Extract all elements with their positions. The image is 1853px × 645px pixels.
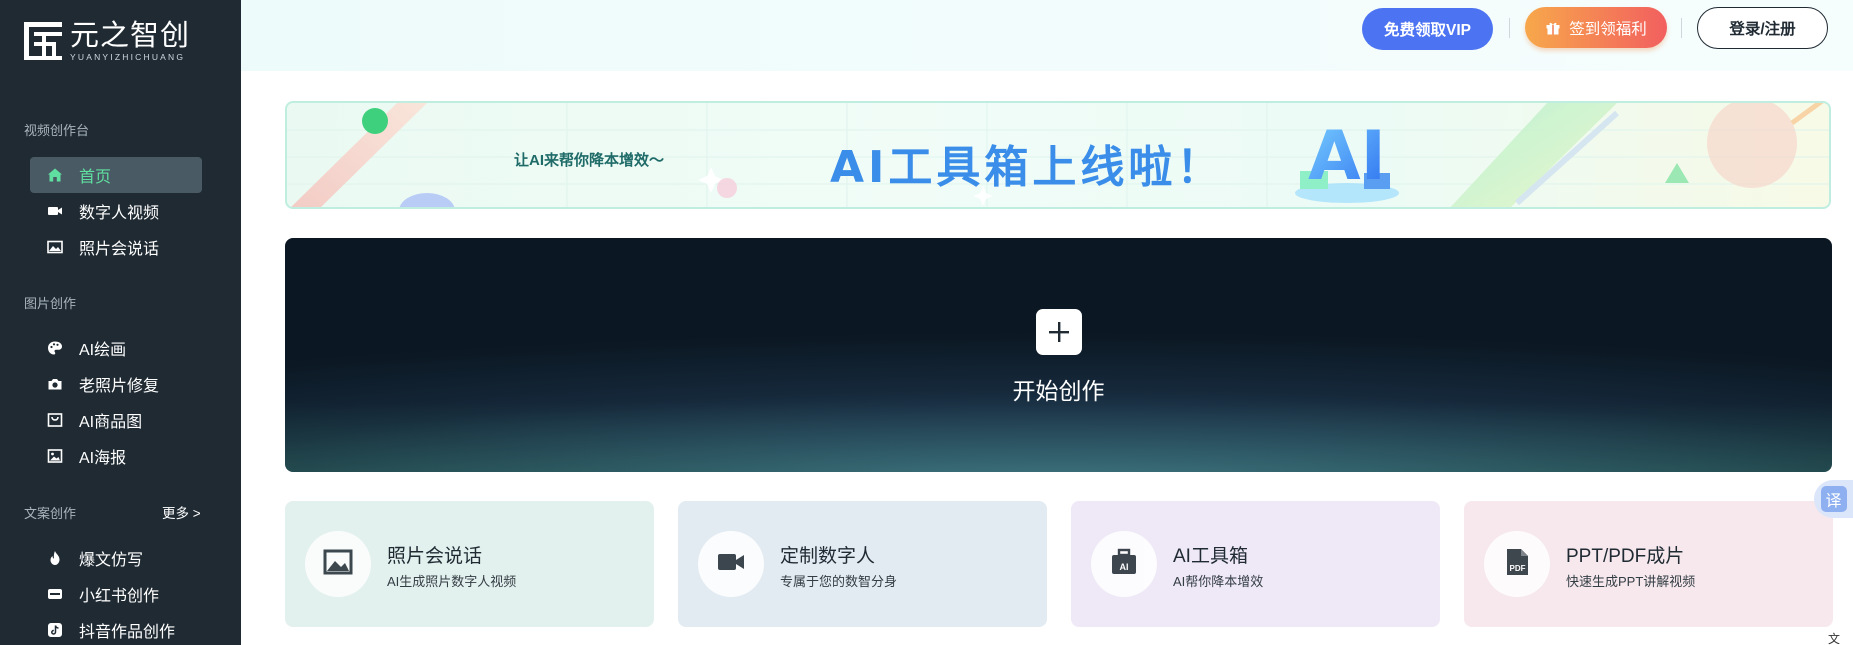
section-title-image: 图片创作 <box>24 296 77 311</box>
card-description: 快速生成PPT讲解视频 <box>1566 574 1696 589</box>
video-camera-icon <box>47 203 63 219</box>
banner-title: AI工具箱上线啦！ <box>830 142 1225 193</box>
sidebar-item-xiaohongshu[interactable]: 小红书创作 <box>30 576 202 612</box>
xiaohongshu-icon <box>47 586 63 602</box>
ai-3d-badge-icon: AI <box>1295 117 1399 203</box>
card-title: 照片会说话 <box>387 546 483 567</box>
shopping-bag-icon <box>47 412 63 428</box>
palette-icon <box>47 340 63 356</box>
svg-text:PDF: PDF <box>1510 564 1526 573</box>
language-switch-icon[interactable]: 文 <box>1828 630 1840 645</box>
card-ppt-pdf-video[interactable]: PDF PPT/PDF成片 快速生成PPT讲解视频 <box>1464 501 1833 627</box>
svg-text:AI: AI <box>1120 562 1129 572</box>
sidebar-item-label: 爆文仿写 <box>79 552 144 569</box>
translate-button[interactable]: 译 <box>1814 480 1853 518</box>
sidebar-item-label: 照片会说话 <box>79 241 160 258</box>
sidebar-item-photo-restore[interactable]: 老照片修复 <box>30 366 202 402</box>
sidebar-item-talking-photo[interactable]: 照片会说话 <box>30 229 202 265</box>
login-register-button[interactable]: 登录/注册 <box>1697 7 1828 49</box>
image-icon <box>47 239 63 255</box>
sidebar-item-label: 数字人视频 <box>79 205 160 222</box>
banner-subtitle: 让AI来帮你降本增效～ <box>514 152 665 169</box>
sidebar-item-label: AI商品图 <box>79 414 143 431</box>
brand-name: 元之智创 <box>70 18 191 52</box>
sidebar-item-viral-rewrite[interactable]: 爆文仿写 <box>30 540 202 576</box>
sidebar-item-ai-poster[interactable]: AI海报 <box>30 438 202 474</box>
card-custom-digital-human[interactable]: 定制数字人 专属于您的数智分身 <box>678 501 1047 627</box>
promo-banner[interactable]: AI 让AI来帮你降本增效～ AI工具箱上线啦！ <box>285 101 1831 209</box>
divider <box>1681 18 1682 38</box>
sidebar: 元之智创 YUANYIZHICHUANG 视频创作台 首页 数字人视频 照片会说… <box>0 0 241 645</box>
home-icon <box>47 167 63 183</box>
image-icon <box>323 547 353 581</box>
more-link[interactable]: 更多 > <box>162 502 201 522</box>
signin-label: 签到领福利 <box>1569 20 1647 38</box>
start-creating-panel[interactable]: 开始创作 <box>285 238 1832 472</box>
sidebar-item-douyin[interactable]: 抖音作品创作 <box>30 612 202 645</box>
sidebar-item-home[interactable]: 首页 <box>30 157 202 193</box>
signin-reward-button[interactable]: 签到领福利 <box>1525 7 1667 48</box>
free-vip-button[interactable]: 免费领取VIP <box>1362 8 1493 50</box>
translate-label: 译 <box>1820 486 1847 512</box>
picture-icon <box>47 448 63 464</box>
gift-icon <box>1546 22 1560 34</box>
sidebar-item-label: 首页 <box>79 169 112 186</box>
ai-toolbox-icon: AI <box>1109 547 1139 581</box>
tiktok-icon <box>47 622 63 638</box>
start-creating-label: 开始创作 <box>1012 378 1105 404</box>
logo-mark-icon <box>22 18 68 64</box>
brand-logo[interactable]: 元之智创 YUANYIZHICHUANG <box>22 18 190 64</box>
pdf-file-icon: PDF <box>1502 547 1532 581</box>
card-title: PPT/PDF成片 <box>1566 546 1685 567</box>
camera-icon <box>47 376 63 392</box>
brand-name-en: YUANYIZHICHUANG <box>70 52 186 62</box>
fire-icon <box>47 550 63 566</box>
svg-text:AI: AI <box>1308 117 1386 196</box>
sidebar-item-ai-product-image[interactable]: AI商品图 <box>30 402 202 438</box>
card-description: AI帮你降本增效 <box>1173 574 1264 589</box>
plus-icon <box>1036 309 1082 355</box>
card-description: 专属于您的数智分身 <box>780 574 898 589</box>
card-title: 定制数字人 <box>780 546 876 567</box>
sidebar-item-label: AI绘画 <box>79 342 127 359</box>
sidebar-item-label: 小红书创作 <box>79 588 160 605</box>
card-description: AI生成照片数字人视频 <box>387 574 517 589</box>
card-ai-toolbox[interactable]: AI AI工具箱 AI帮你降本增效 <box>1071 501 1440 627</box>
section-title-copywriting: 文案创作 <box>24 506 77 521</box>
card-title: AI工具箱 <box>1173 546 1248 567</box>
section-title-video: 视频创作台 <box>24 123 90 138</box>
sidebar-item-ai-painting[interactable]: AI绘画 <box>30 330 202 366</box>
sidebar-item-digital-human-video[interactable]: 数字人视频 <box>30 193 202 229</box>
video-camera-icon <box>716 547 746 581</box>
sidebar-item-label: 老照片修复 <box>79 378 160 395</box>
card-talking-photo[interactable]: 照片会说话 AI生成照片数字人视频 <box>285 501 654 627</box>
divider <box>1509 18 1510 38</box>
sidebar-item-label: AI海报 <box>79 450 127 467</box>
sidebar-item-label: 抖音作品创作 <box>79 624 176 641</box>
